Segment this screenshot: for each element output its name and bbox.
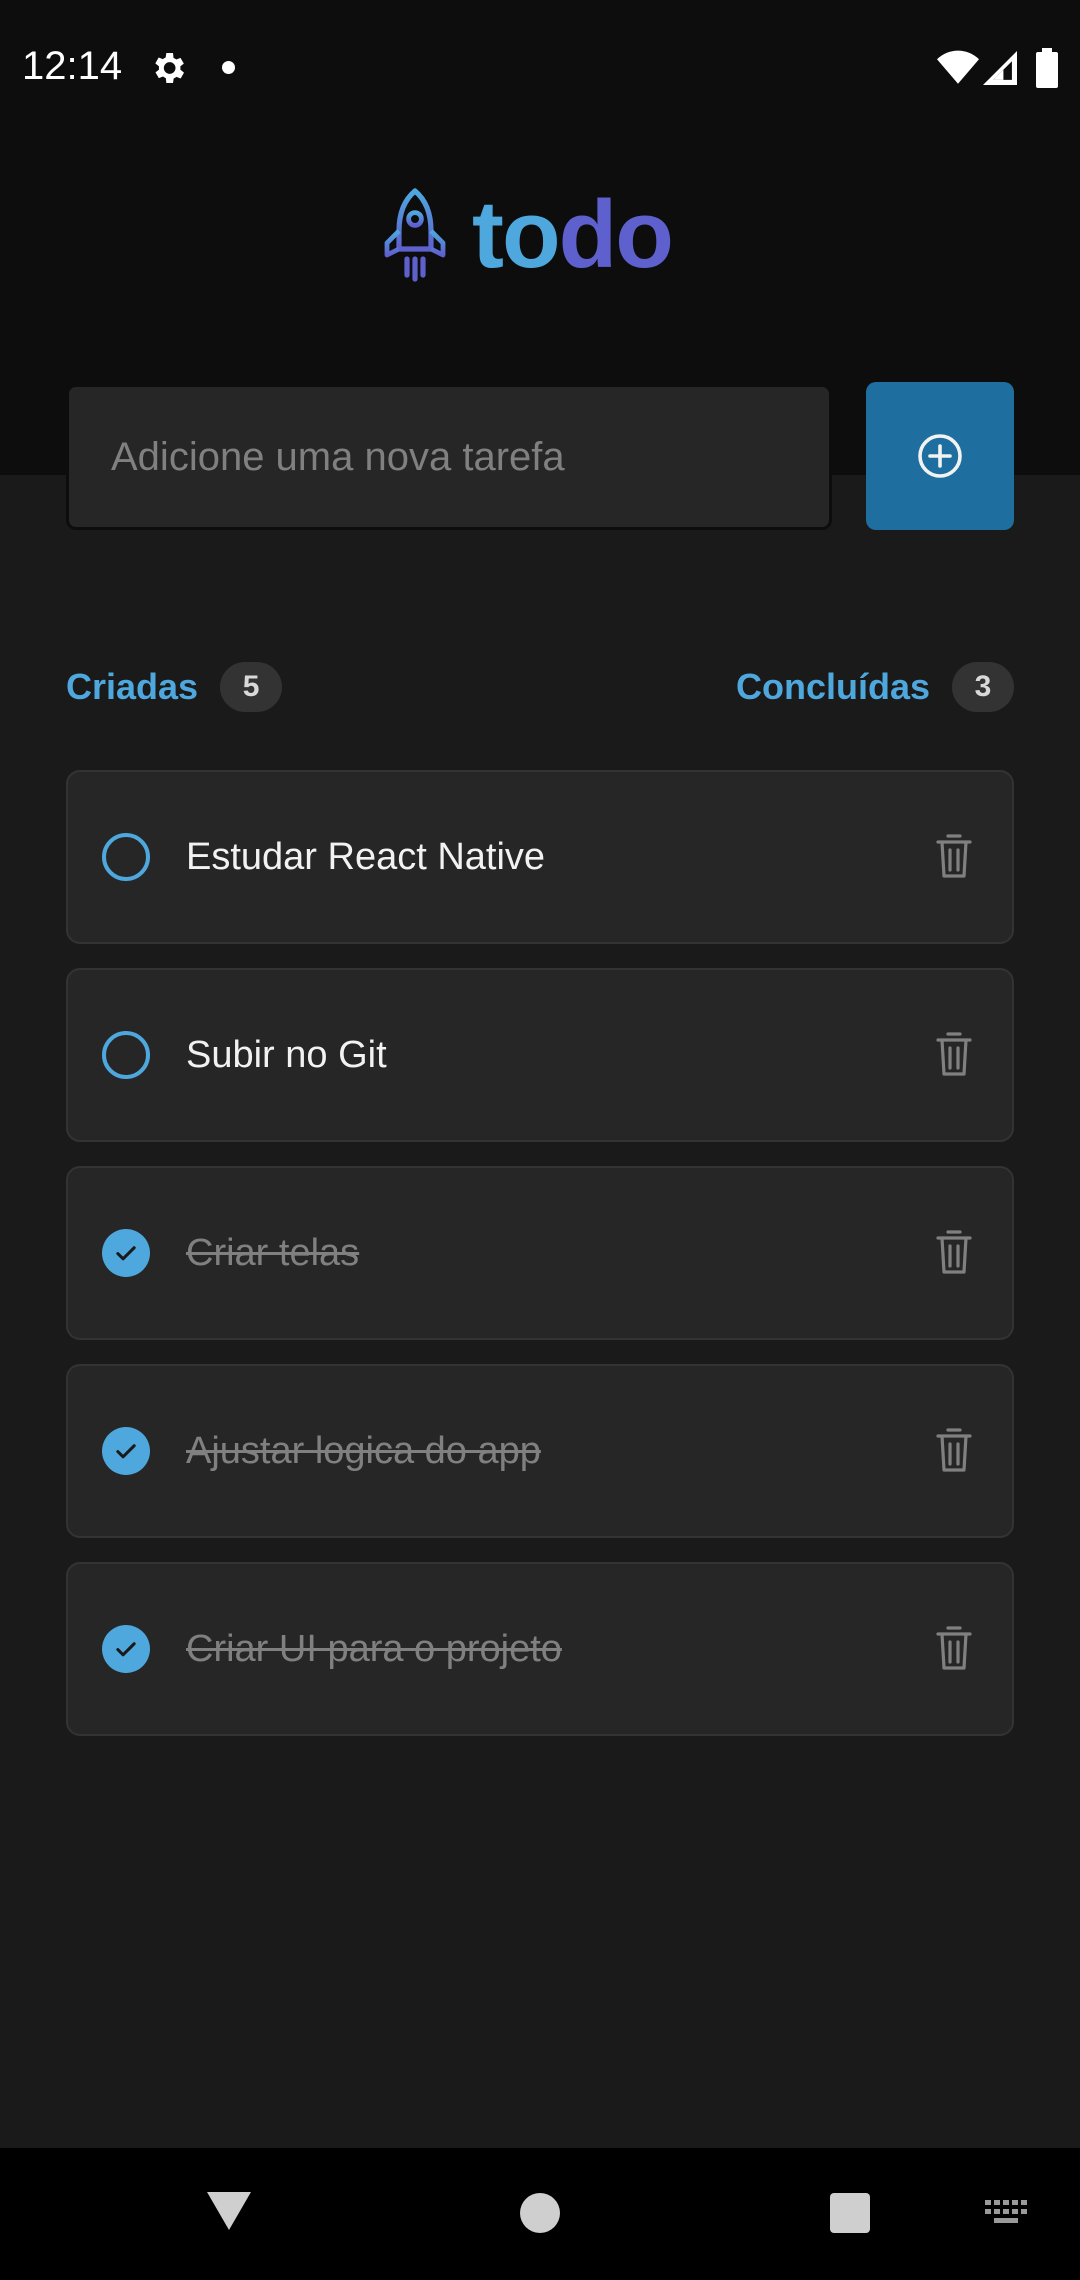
task-text: Criar UI para o projeto bbox=[186, 1628, 562, 1670]
logo-text: todo bbox=[472, 187, 674, 283]
keyboard-icon[interactable] bbox=[985, 2200, 1029, 2228]
trash-icon[interactable] bbox=[934, 1426, 974, 1474]
navigation-bar bbox=[0, 2148, 1080, 2280]
check-icon bbox=[116, 1246, 136, 1261]
status-bar: 12:14 bbox=[0, 0, 1080, 135]
signal-icon bbox=[983, 51, 1017, 85]
task-item: Ajustar logica do app bbox=[66, 1364, 1014, 1538]
logo-text-to: to bbox=[472, 181, 561, 288]
created-count-badge: 5 bbox=[220, 662, 283, 712]
task-checkbox-unchecked[interactable] bbox=[102, 1031, 150, 1079]
task-item: Criar telas bbox=[66, 1166, 1014, 1340]
plus-circle-icon bbox=[918, 434, 962, 478]
new-task-input[interactable] bbox=[66, 384, 832, 530]
trash-icon[interactable] bbox=[934, 1228, 974, 1276]
battery-icon bbox=[1036, 48, 1058, 88]
done-label: Concluídas bbox=[735, 666, 930, 707]
task-checkbox-unchecked[interactable] bbox=[102, 833, 150, 881]
wifi-icon bbox=[937, 50, 979, 84]
gear-icon bbox=[155, 53, 184, 83]
status-time: 12:14 bbox=[22, 44, 123, 88]
trash-icon[interactable] bbox=[934, 1030, 974, 1078]
check-icon bbox=[116, 1642, 136, 1657]
task-text: Criar telas bbox=[186, 1232, 360, 1274]
task-list: Estudar React Native Subir no Git Criar te… bbox=[66, 770, 1014, 1760]
notification-dot-icon bbox=[222, 61, 235, 74]
app-screen: 12:14 todo Adicione uma nova tarefa Cria… bbox=[0, 0, 1080, 2280]
task-item: Estudar React Native bbox=[66, 770, 1014, 944]
app-logo: todo bbox=[380, 185, 674, 285]
task-checkbox-checked[interactable] bbox=[102, 1229, 150, 1277]
task-item: Subir no Git bbox=[66, 968, 1014, 1142]
logo-text-do: do bbox=[558, 181, 674, 288]
back-icon[interactable] bbox=[205, 2190, 253, 2232]
check-icon bbox=[116, 1444, 136, 1459]
rocket-icon bbox=[384, 188, 446, 282]
add-task-button[interactable] bbox=[866, 382, 1014, 530]
done-count-badge: 3 bbox=[952, 662, 1014, 712]
task-checkbox-checked[interactable] bbox=[102, 1427, 150, 1475]
task-item: Criar UI para o projeto bbox=[66, 1562, 1014, 1736]
created-counter: Criadas 5 bbox=[66, 660, 283, 714]
trash-icon[interactable] bbox=[934, 832, 974, 880]
created-label: Criadas bbox=[66, 666, 199, 707]
task-text: Ajustar logica do app bbox=[186, 1430, 541, 1472]
trash-icon[interactable] bbox=[934, 1624, 974, 1672]
task-text: Subir no Git bbox=[186, 1034, 387, 1076]
task-text: Estudar React Native bbox=[186, 836, 546, 878]
done-counter: Concluídas 3 bbox=[736, 660, 1014, 714]
home-icon[interactable] bbox=[520, 2193, 560, 2233]
recents-icon[interactable] bbox=[830, 2193, 870, 2233]
task-checkbox-checked[interactable] bbox=[102, 1625, 150, 1673]
